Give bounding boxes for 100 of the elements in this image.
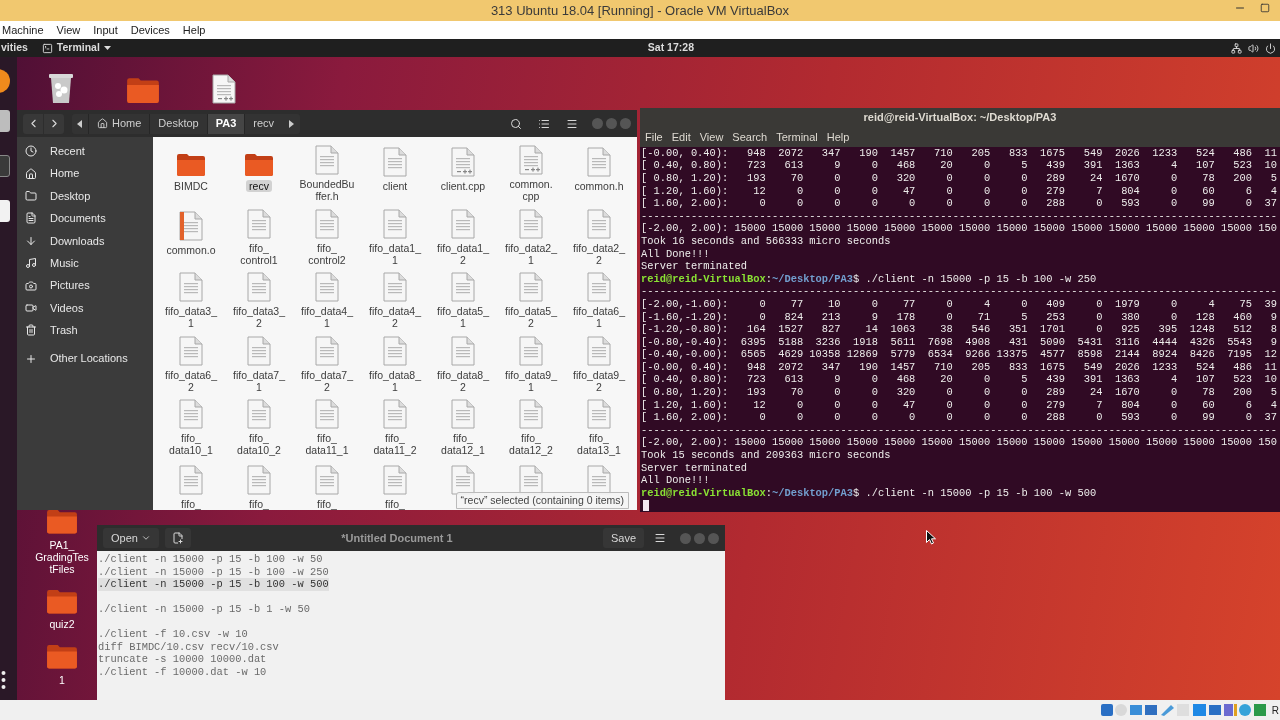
menu-item[interactable]: Devices xyxy=(130,21,170,39)
file-tile[interactable] xyxy=(519,462,543,495)
sidebar-item[interactable]: Other Locations xyxy=(17,347,153,370)
file-name[interactable]: fifo_ control2 xyxy=(305,241,349,266)
terminal-line: [-0.80,-0.40): 6395 5188 3236 1918 5611 7698 4908 431 5090 5431 3116 4444 4326 5543 9 xyxy=(641,335,1277,349)
open-button[interactable]: Open xyxy=(103,528,159,548)
file-name[interactable]: fifo_data4_ 1 xyxy=(298,305,356,329)
file-icon xyxy=(383,272,407,302)
sidebar-item[interactable]: Recent xyxy=(17,140,153,163)
path-button[interactable]: PA3 xyxy=(206,113,245,134)
file-name[interactable]: fifo_ control1 xyxy=(237,241,281,266)
back-button[interactable] xyxy=(23,113,43,134)
file-name[interactable]: fifo_ data13_1 xyxy=(574,432,624,456)
window-title: reid@reid-VirtualBox: ~/Desktop/PA3 xyxy=(640,108,1280,127)
menu-item[interactable]: Edit xyxy=(671,128,691,146)
path-button[interactable]: Desktop xyxy=(149,113,207,134)
file-name[interactable]: fifo_data1_ 1 xyxy=(366,241,424,266)
terminal-line: [ 1.60, 2.00): 0 0 0 0 0 0 0 0 288 0 593 0 99 0 37 xyxy=(641,197,1277,210)
file-name[interactable]: fifo_data6_ 2 xyxy=(162,368,220,393)
file-name[interactable]: fifo_data8_ 2 xyxy=(434,368,492,393)
file-name[interactable]: fifo_ data11_2 xyxy=(370,432,420,456)
file-icon xyxy=(179,210,203,241)
list-icon xyxy=(538,117,550,130)
file-name[interactable]: fifo_ data12_2 xyxy=(506,432,556,456)
desktop-folder-label[interactable]: 1 xyxy=(59,673,65,686)
menu-item[interactable]: Search xyxy=(732,128,768,146)
file-tile[interactable] xyxy=(451,462,475,495)
power-icon[interactable] xyxy=(1265,42,1276,54)
file-name[interactable]: fifo_data1_ 2 xyxy=(434,241,492,266)
volume-icon[interactable] xyxy=(1248,42,1259,54)
path-button[interactable]: recv xyxy=(244,113,283,134)
path-button[interactable]: Home xyxy=(88,113,150,134)
sidebar-item[interactable]: Videos xyxy=(17,296,153,320)
scroll-right-icon[interactable] xyxy=(287,119,296,128)
menu-item[interactable]: File xyxy=(645,128,663,146)
maximize-icon[interactable] xyxy=(1260,3,1270,13)
file-name[interactable]: fifo_data8_ 1 xyxy=(366,368,424,393)
terminal-icon xyxy=(41,42,53,54)
apps-grid-icon[interactable] xyxy=(1,670,6,690)
file-name[interactable]: BoundedBu ffer.h xyxy=(296,178,358,202)
file-name[interactable]: fifo_data9_ 2 xyxy=(570,368,628,393)
menu-item[interactable]: Input xyxy=(93,21,118,39)
file-name[interactable]: fifo_ xyxy=(382,497,408,510)
network-icon[interactable] xyxy=(1231,42,1242,54)
file-name[interactable]: client xyxy=(379,180,411,192)
file-name[interactable]: fifo_data7_ 2 xyxy=(298,368,356,393)
new-tab-button[interactable] xyxy=(164,528,191,548)
menu-item[interactable]: Help xyxy=(826,128,850,146)
menu-item[interactable]: Terminal xyxy=(776,128,818,146)
desktop-folder-label[interactable]: PA1_ GradingTes tFiles xyxy=(35,538,89,575)
save-button[interactable]: Save xyxy=(602,528,644,548)
editor-line: ./client -n 15000 -p 15 -b 1 -w 50 xyxy=(98,603,310,616)
file-name[interactable]: fifo_data5_ 2 xyxy=(502,305,560,329)
file-name[interactable]: recv xyxy=(246,180,272,192)
activities-button[interactable]: vities xyxy=(1,40,28,56)
folder-icon xyxy=(244,153,274,177)
camera-icon xyxy=(25,279,37,292)
sidebar-item[interactable]: Music xyxy=(17,251,153,275)
file-name[interactable]: common.o xyxy=(163,243,219,256)
file-name[interactable]: fifo_data2_ 1 xyxy=(502,241,560,266)
terminal-line: ------------------------------------------------------------------------------------------------------ xyxy=(641,209,1277,223)
file-icon xyxy=(519,335,543,366)
file-name[interactable]: fifo_ data12_1 xyxy=(438,432,488,456)
file-name[interactable]: common.h xyxy=(571,180,627,192)
forward-button[interactable] xyxy=(44,113,64,134)
app-menu[interactable]: Terminal xyxy=(41,40,111,56)
file-name[interactable]: BIMDC xyxy=(171,180,211,192)
clock[interactable]: Sat 17:28 xyxy=(647,40,694,56)
device-status-drawing[interactable] xyxy=(1100,703,1269,717)
file-name[interactable]: fifo_ xyxy=(246,497,272,510)
file-tile[interactable] xyxy=(587,462,611,495)
menu-item[interactable]: Help xyxy=(182,21,206,39)
file-name[interactable]: fifo_data4_ 2 xyxy=(366,305,424,329)
sidebar-item[interactable]: Documents xyxy=(17,207,153,230)
desktop-folder-label[interactable]: quiz2 xyxy=(49,618,75,631)
file-name[interactable]: fifo_ xyxy=(314,497,340,510)
sidebar-item[interactable]: Downloads xyxy=(17,229,153,252)
file-name[interactable]: fifo_data5_ 1 xyxy=(434,305,492,329)
scroll-left-icon[interactable] xyxy=(76,119,84,128)
file-name[interactable]: fifo_ data11_1 xyxy=(302,432,352,456)
menu-item[interactable]: Machine xyxy=(2,21,44,39)
file-name[interactable]: fifo_data2_ 2 xyxy=(570,241,628,266)
file-name[interactable]: fifo_data7_ 1 xyxy=(230,368,288,393)
file-name[interactable]: fifo_data3_ 1 xyxy=(162,305,220,329)
file-name[interactable]: fifo_data3_ 2 xyxy=(230,305,288,329)
file-name[interactable]: client.cpp xyxy=(437,180,489,192)
file-name[interactable]: fifo_ data10_1 xyxy=(166,432,216,456)
file-name[interactable]: fifo_data9_ 1 xyxy=(502,368,560,393)
file-name[interactable]: fifo_ data10_2 xyxy=(234,432,284,456)
trash-icon[interactable] xyxy=(48,72,74,104)
caret-icon xyxy=(103,46,111,50)
sidebar-item[interactable]: Trash xyxy=(17,319,153,342)
file-name[interactable]: fifo_ xyxy=(178,497,204,510)
sidebar-item[interactable]: Desktop xyxy=(17,184,153,208)
sidebar-item[interactable]: Home xyxy=(17,162,153,185)
file-name[interactable]: common. cpp xyxy=(506,178,556,202)
file-name[interactable]: fifo_data6_ 1 xyxy=(570,305,628,329)
menu-item[interactable]: View xyxy=(699,128,724,146)
menu-item[interactable]: View xyxy=(56,21,81,39)
sidebar-item[interactable]: Pictures xyxy=(17,274,153,297)
